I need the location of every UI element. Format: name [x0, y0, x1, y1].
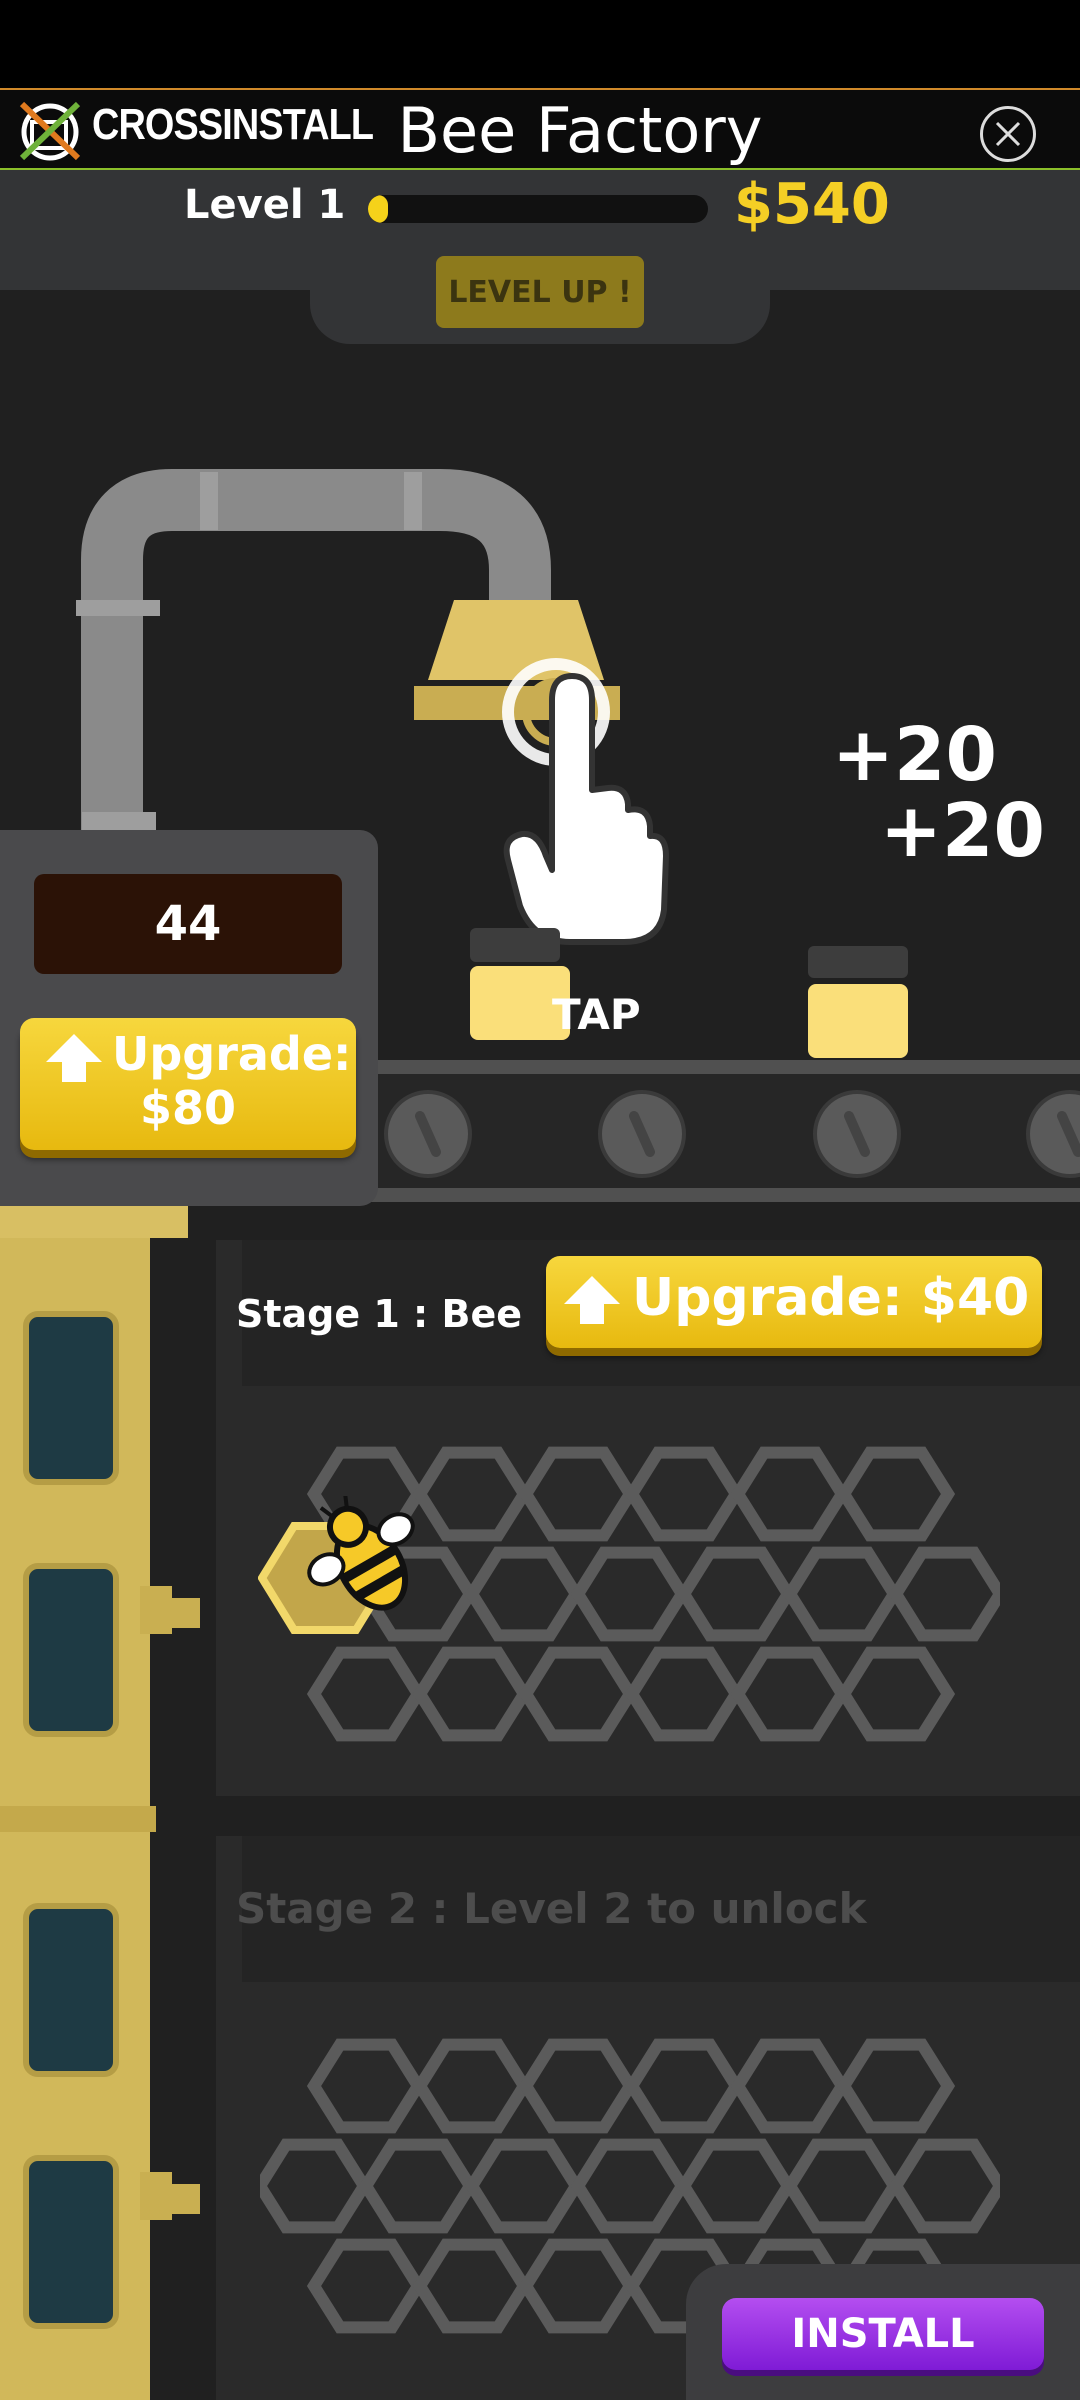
- upgrade-price: $80: [139, 1081, 237, 1135]
- honeycomb-cell: [464, 1546, 584, 1642]
- reward-popup: +20: [832, 712, 997, 798]
- machine-counter: 44: [34, 874, 342, 974]
- honeycomb-cell: [836, 2038, 956, 2134]
- honeycomb-cell: [624, 1446, 744, 1542]
- hive-tower: [0, 1206, 200, 2400]
- honeycomb-cell: [518, 2038, 638, 2134]
- level-up-button[interactable]: LEVEL UP !: [436, 256, 644, 328]
- honeycomb-cell: [836, 1446, 956, 1542]
- honeycomb-cell: [730, 1646, 850, 1742]
- honeycomb-cell: [676, 2138, 796, 2234]
- crossinstall-brand: CROSSINSTALL: [92, 100, 374, 149]
- honeycomb-cell: [306, 2038, 426, 2134]
- level-label: Level 1: [184, 182, 346, 228]
- close-icon: [995, 121, 1021, 147]
- stage-2-title: Stage 2 : Level 2 to unlock: [236, 1884, 867, 1933]
- crossinstall-logo-icon: [19, 101, 81, 161]
- honeycomb-cell: [782, 1546, 902, 1642]
- honeycomb-cell: [518, 2238, 638, 2334]
- status-bar: [0, 0, 1080, 88]
- honeycomb-cell: [464, 2138, 584, 2234]
- ad-header-bar: CROSSINSTALL Bee Factory: [0, 88, 1080, 170]
- honeycomb-cell: [836, 1646, 956, 1742]
- honeycomb-cell: [570, 2138, 690, 2234]
- honeycomb-cell: [888, 1546, 1000, 1642]
- honey-jar: [808, 984, 908, 1058]
- upgrade-arrow-icon: [564, 1276, 620, 1324]
- level-progress-fill: [368, 195, 389, 223]
- honeycomb-cell: [782, 2138, 902, 2234]
- honeycomb-cell: [518, 1446, 638, 1542]
- upgrade-arrow-icon: [46, 1034, 102, 1082]
- honeycomb-cell: [570, 1546, 690, 1642]
- honeycomb-cell: [624, 2038, 744, 2134]
- honeycomb-cell: [676, 1546, 796, 1642]
- ad-title: Bee Factory: [397, 94, 763, 167]
- honeycomb-cell: [306, 1646, 426, 1742]
- honeycomb-cell: [888, 2138, 1000, 2234]
- install-button[interactable]: INSTALL: [722, 2298, 1044, 2370]
- machine-upgrade-button[interactable]: Upgrade: $80: [20, 1018, 356, 1150]
- honeycomb-cell: [412, 2238, 532, 2334]
- tap-hint-label: TAP: [552, 990, 641, 1039]
- upgrade-label: Upgrade:: [112, 1027, 352, 1081]
- stage-1-upgrade-button[interactable]: Upgrade: $40: [546, 1256, 1042, 1348]
- honeycomb-cell: [306, 2238, 426, 2334]
- money-counter: $540: [734, 172, 890, 237]
- stage-1-title: Stage 1 : Bee: [236, 1292, 522, 1336]
- tap-hand-icon: [503, 673, 669, 945]
- honeycomb-cell: [358, 2138, 478, 2234]
- reward-popup: +20: [880, 788, 1045, 874]
- honeycomb-cell: [518, 1646, 638, 1742]
- honeycomb-cell: [730, 2038, 850, 2134]
- honeycomb-cell: [624, 1646, 744, 1742]
- stage-1-upgrade-label: Upgrade: $40: [632, 1268, 1030, 1328]
- honeycomb-cell: [412, 1646, 532, 1742]
- honey-jars: [470, 928, 908, 1058]
- bee-cell: [258, 1496, 415, 1634]
- honeycomb-cell: [730, 1446, 850, 1542]
- level-progress-bar: [368, 195, 708, 223]
- close-button[interactable]: [980, 106, 1036, 162]
- honeycomb-cell: [260, 2138, 372, 2234]
- honeycomb-cell: [412, 2038, 532, 2134]
